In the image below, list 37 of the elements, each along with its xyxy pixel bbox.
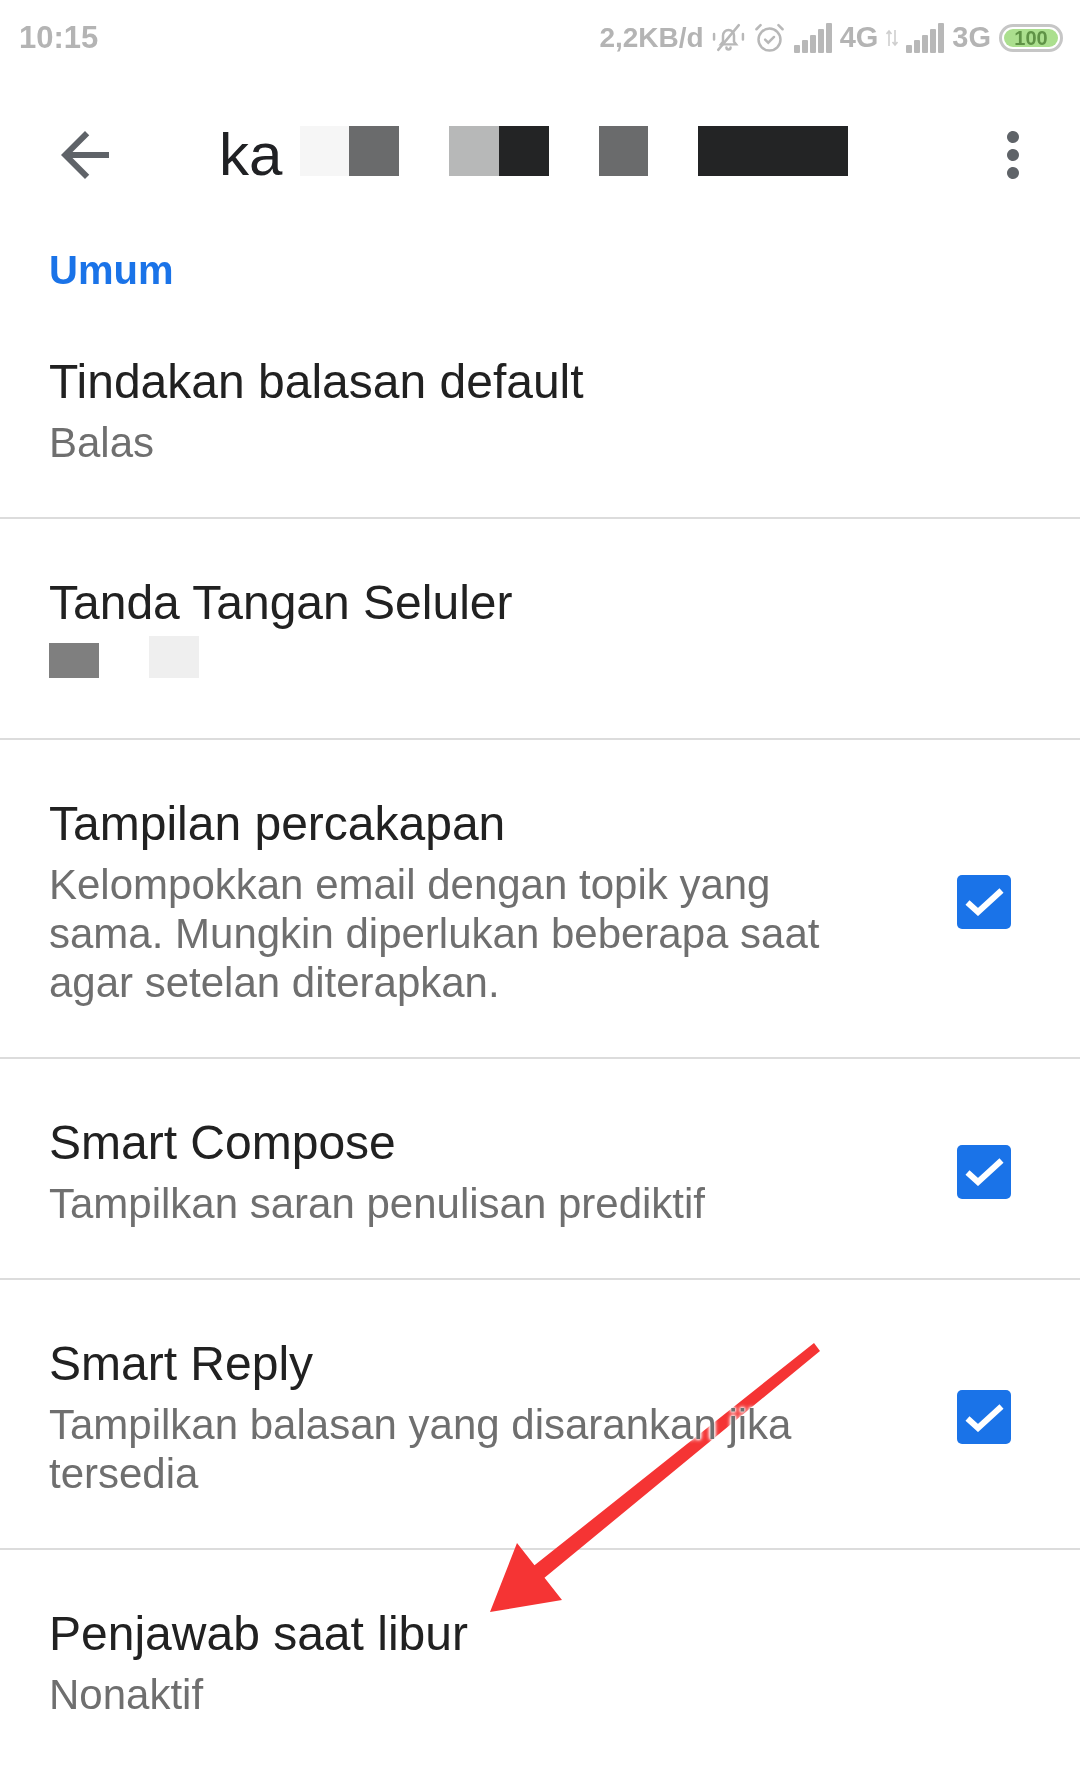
data-arrows-icon [886, 28, 899, 47]
setting-summary: Nonaktif [49, 1670, 205, 1719]
alarm-clock-icon [752, 21, 786, 54]
signal-strength-icon [906, 22, 945, 53]
network-type-text: 3G [952, 23, 991, 52]
setting-title[interactable]: Smart Compose [49, 1115, 849, 1171]
setting-summary: Balas [49, 418, 156, 467]
redaction-block [49, 643, 99, 678]
check-icon [963, 1157, 1005, 1186]
setting-title[interactable]: Tampilan percakapan [49, 796, 849, 852]
status-time: 10:15 [19, 22, 99, 53]
setting-title[interactable]: Penjawab saat libur [49, 1606, 849, 1662]
toolbar-title: ka [219, 125, 283, 185]
checkbox[interactable] [957, 1144, 1011, 1199]
check-icon [963, 1402, 1005, 1432]
setting-summary: Tampilkan saran penulisan prediktif [49, 1179, 707, 1228]
checkbox[interactable] [957, 1390, 1011, 1444]
checkbox[interactable] [957, 874, 1011, 929]
battery-indicator: 100 [999, 23, 1063, 52]
redaction-block [449, 126, 500, 176]
back-arrow-icon[interactable] [61, 131, 109, 179]
check-icon [963, 887, 1005, 916]
redaction-block [499, 126, 550, 176]
setting-summary: Kelompokkan email dengan topik yang sama. Mungkin diperlukan beberapa saat agar setelan diterapkan. [49, 860, 821, 1007]
signal-strength-icon [793, 22, 832, 53]
section-heading: Umum [48, 247, 175, 294]
redaction-block [349, 126, 400, 176]
setting-title[interactable]: Tanda Tangan Seluler [49, 575, 849, 631]
bell-off-icon [711, 21, 745, 54]
redaction-block [300, 126, 350, 176]
data-rate-text: 2,2KB/d [599, 23, 704, 52]
more-options-icon[interactable] [1007, 131, 1019, 179]
setting-title[interactable]: Tindakan balasan default [49, 354, 849, 410]
redaction-block [599, 126, 649, 176]
setting-title[interactable]: Smart Reply [49, 1336, 849, 1392]
setting-summary: Tampilkan balasan yang disarankan jika tersedia [49, 1400, 793, 1498]
network-type-text: 4G [839, 23, 879, 52]
